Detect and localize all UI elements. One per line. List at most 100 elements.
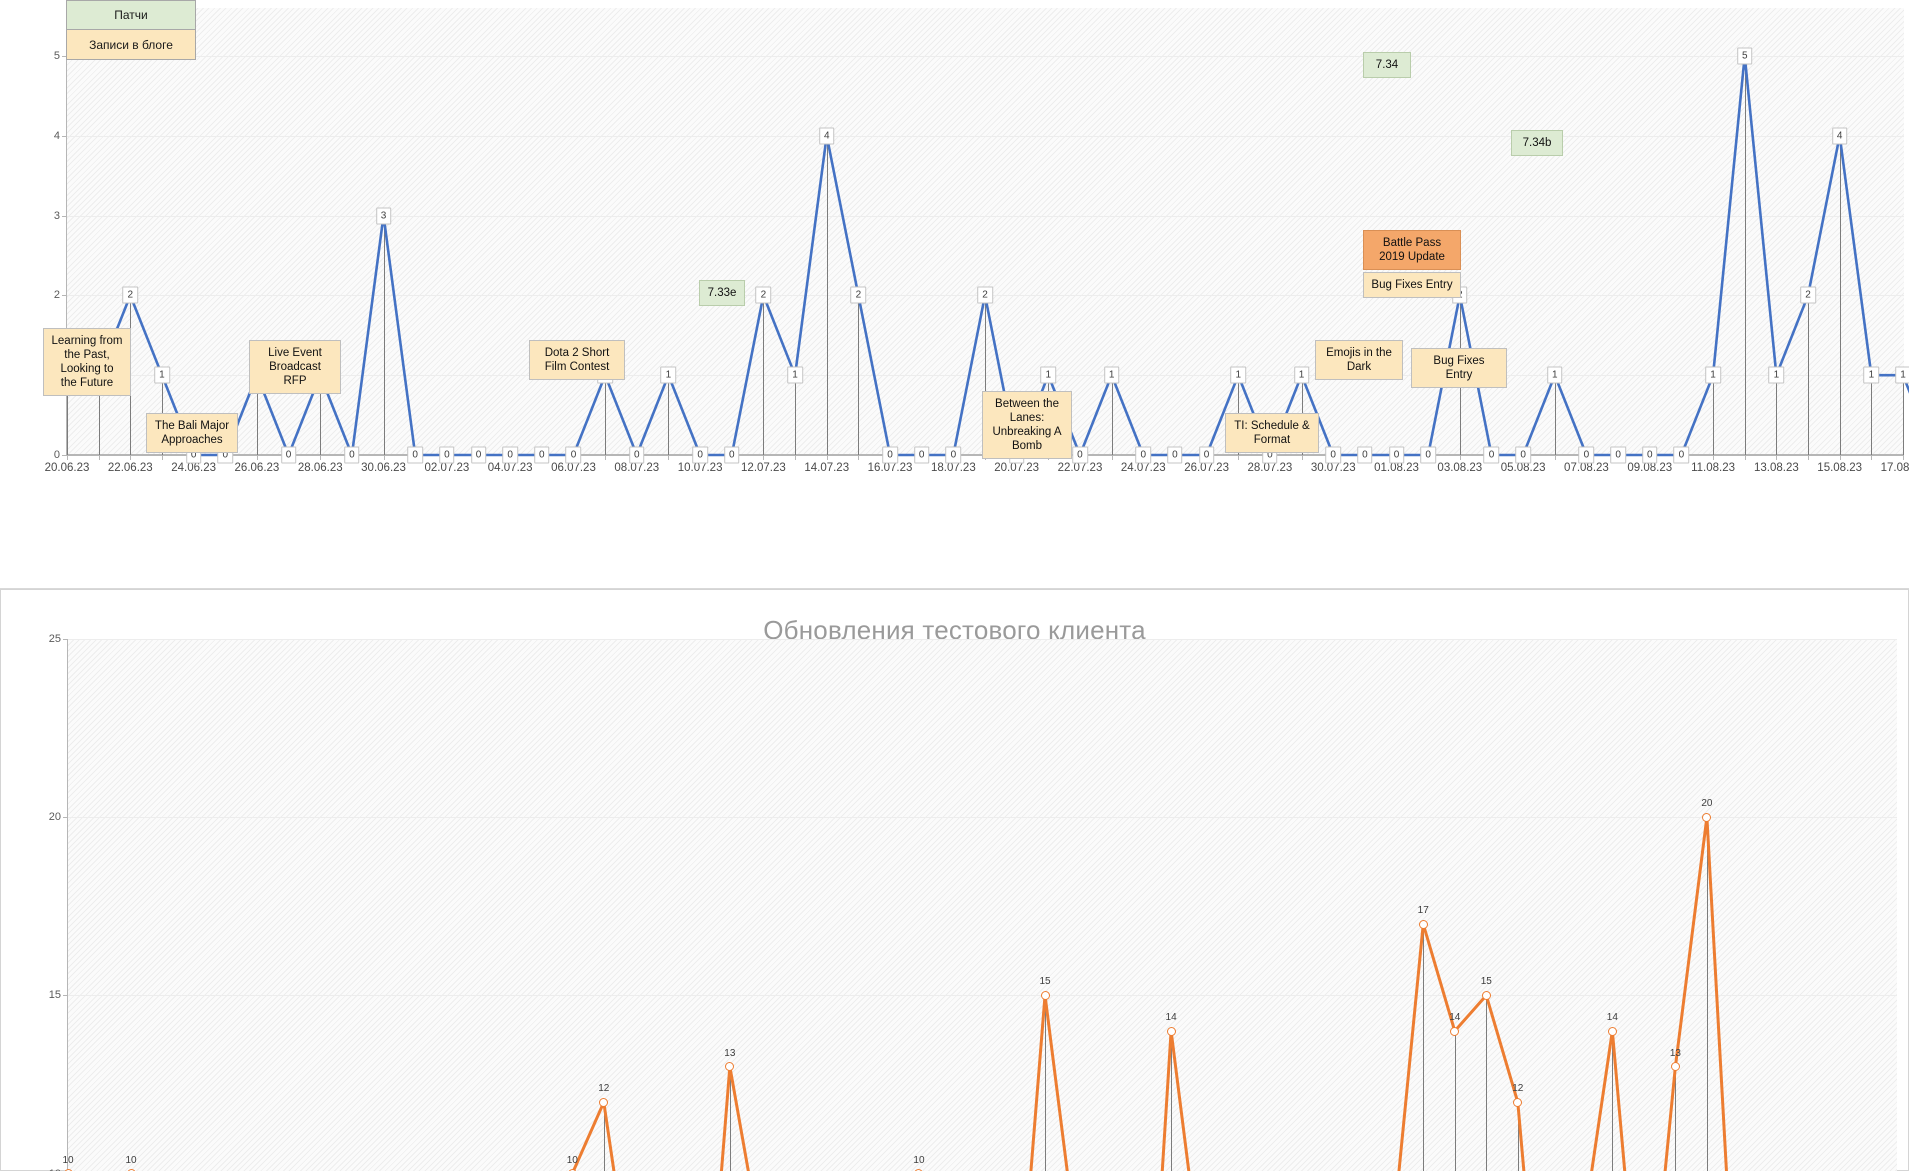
data-point-label: 0 xyxy=(629,446,645,464)
x-axis-tick-label: 01.08.23 xyxy=(1374,462,1419,474)
data-point-label: 0 xyxy=(1515,446,1531,464)
x-axis-tick-label: 22.06.23 xyxy=(107,462,153,474)
data-point-label: 1 xyxy=(1103,366,1120,384)
data-point-label: 2 xyxy=(755,286,772,304)
x-axis-tick-label: 20.06.23 xyxy=(44,462,90,474)
x-axis-tick-mark xyxy=(1903,455,1904,460)
annotation-callout: Bug Fixes Entry xyxy=(1411,348,1507,388)
x-axis-tick-label: 28.06.23 xyxy=(297,462,343,474)
data-point-label: 0 xyxy=(470,446,487,464)
annotation-callout: 7.33e xyxy=(699,280,745,306)
x-axis-tick-mark xyxy=(763,455,765,460)
annotation-callout: Battle Pass 2019 Update xyxy=(1363,230,1461,270)
data-point-label: 0 xyxy=(945,446,962,464)
data-point-label: 0 xyxy=(407,446,423,464)
data-point-label: 1 xyxy=(154,366,170,384)
data-point-label: 1 xyxy=(787,366,803,384)
data-point-label: 0 xyxy=(439,446,455,464)
x-axis-tick-mark xyxy=(1238,455,1240,460)
annotation-callout: TI: Schedule & Format xyxy=(1225,413,1319,453)
x-axis-tick-mark xyxy=(383,455,385,460)
x-axis-tick-mark xyxy=(256,455,258,460)
data-point-label: 0 xyxy=(1483,446,1500,464)
series-line xyxy=(571,815,1728,1171)
data-point-label: 2 xyxy=(1800,286,1816,304)
data-point-label: 10 xyxy=(566,1154,578,1166)
x-axis-tick-mark xyxy=(1301,455,1303,460)
x-axis-tick-mark xyxy=(1459,455,1461,460)
x-axis-tick-label: 30.07.23 xyxy=(1310,462,1356,474)
y-axis-tick-label: 2 xyxy=(53,289,60,302)
data-point-label: 0 xyxy=(1198,446,1215,464)
data-point-label: 10 xyxy=(913,1154,925,1166)
data-point-label: 14 xyxy=(1165,1012,1177,1024)
x-axis-tick-mark xyxy=(1554,455,1556,460)
main-client-chart-panel: Обновления основного клиента Патчи Запис… xyxy=(0,0,1909,589)
series-line xyxy=(67,54,1909,457)
data-point-label: 10 xyxy=(62,1154,74,1166)
x-axis-tick-label: 15.08.23 xyxy=(1817,462,1863,474)
data-point-label: 0 xyxy=(1420,446,1436,464)
y-axis-tick-label: 4 xyxy=(53,129,60,142)
data-point-label: 1 xyxy=(660,366,677,384)
y-axis-tick-label: 25 xyxy=(48,633,61,645)
data-marker xyxy=(1481,990,1491,1000)
data-point-label: 1 xyxy=(1768,366,1785,384)
data-point-label: 20 xyxy=(1701,798,1713,810)
x-axis-tick-mark xyxy=(605,455,607,460)
x-axis-tick-label: 14.07.23 xyxy=(804,462,850,474)
y-axis-tick-label: 10 xyxy=(49,1168,61,1171)
data-point-label: 14 xyxy=(1449,1012,1461,1024)
y-axis-tick-label: 15 xyxy=(48,989,61,1002)
data-point-label: 13 xyxy=(724,1047,736,1059)
x-axis-tick-label: 22.07.23 xyxy=(1057,462,1103,474)
data-point-label: 0 xyxy=(913,446,930,464)
annotation-callout: The Bali Major Approaches xyxy=(146,413,238,453)
data-point-label: 2 xyxy=(850,286,867,304)
x-axis-tick-mark xyxy=(1808,455,1810,460)
x-axis-tick-label: 05.08.23 xyxy=(1500,462,1546,474)
data-point-label: 10 xyxy=(125,1154,137,1166)
annotation-callout: Between the Lanes: Unbreaking A Bomb xyxy=(982,391,1072,459)
data-point-label: 2 xyxy=(122,286,139,304)
data-point-label: 1 xyxy=(1863,366,1880,384)
annotation-callout: 7.34 xyxy=(1363,52,1411,78)
data-point-label: 0 xyxy=(1610,446,1626,464)
data-point-label: 3 xyxy=(375,207,392,225)
annotation-callout: Live Event Broadcast RFP xyxy=(249,340,341,394)
legend-label-blog-posts: Записи в блоге xyxy=(89,37,173,52)
x-axis-tick-mark xyxy=(1744,455,1746,460)
x-axis-tick-label: 11.08.23 xyxy=(1691,462,1736,474)
x-axis-tick-mark xyxy=(98,455,100,460)
data-point-label: 0 xyxy=(280,446,297,464)
x-axis-tick-label: 24.07.23 xyxy=(1120,462,1166,474)
annotation-callout: Learning from the Past, Looking to the F… xyxy=(43,328,131,396)
x-axis-tick-mark xyxy=(67,455,68,460)
data-point-label: 0 xyxy=(1135,446,1152,464)
data-point-label: 0 xyxy=(723,446,740,464)
data-point-label: 0 xyxy=(1357,446,1373,464)
data-point-label: 2 xyxy=(977,286,993,304)
x-axis-tick-label: 20.07.23 xyxy=(994,462,1040,474)
x-axis-tick-label: 28.07.23 xyxy=(1247,462,1293,474)
y-axis-tick-label: 5 xyxy=(53,49,60,62)
data-point-label: 0 xyxy=(692,446,708,464)
x-axis-tick-label: 04.07.23 xyxy=(487,462,533,474)
x-axis-tick-mark xyxy=(1871,455,1873,460)
data-point-label: 0 xyxy=(565,446,582,464)
x-axis-tick-label: 26.06.23 xyxy=(234,462,280,474)
x-axis-tick-mark xyxy=(320,455,322,460)
data-point-label: 1 xyxy=(1040,366,1057,384)
x-axis-tick-label: 08.07.23 xyxy=(614,462,660,474)
data-point-label: 1 xyxy=(1293,366,1310,384)
x-axis-tick-mark xyxy=(795,455,797,460)
annotation-callout: Bug Fixes Entry xyxy=(1363,272,1461,298)
data-point-label: 0 xyxy=(1673,446,1690,464)
x-axis-tick-label: 06.07.23 xyxy=(551,462,596,474)
x-axis-tick-label: 07.08.23 xyxy=(1564,462,1609,474)
x-axis-tick-mark xyxy=(1839,455,1841,460)
x-axis-tick-mark xyxy=(161,455,163,460)
x-axis-tick-mark xyxy=(1111,455,1113,460)
x-axis-tick-mark xyxy=(130,455,132,460)
data-point-label: 0 xyxy=(502,446,518,464)
